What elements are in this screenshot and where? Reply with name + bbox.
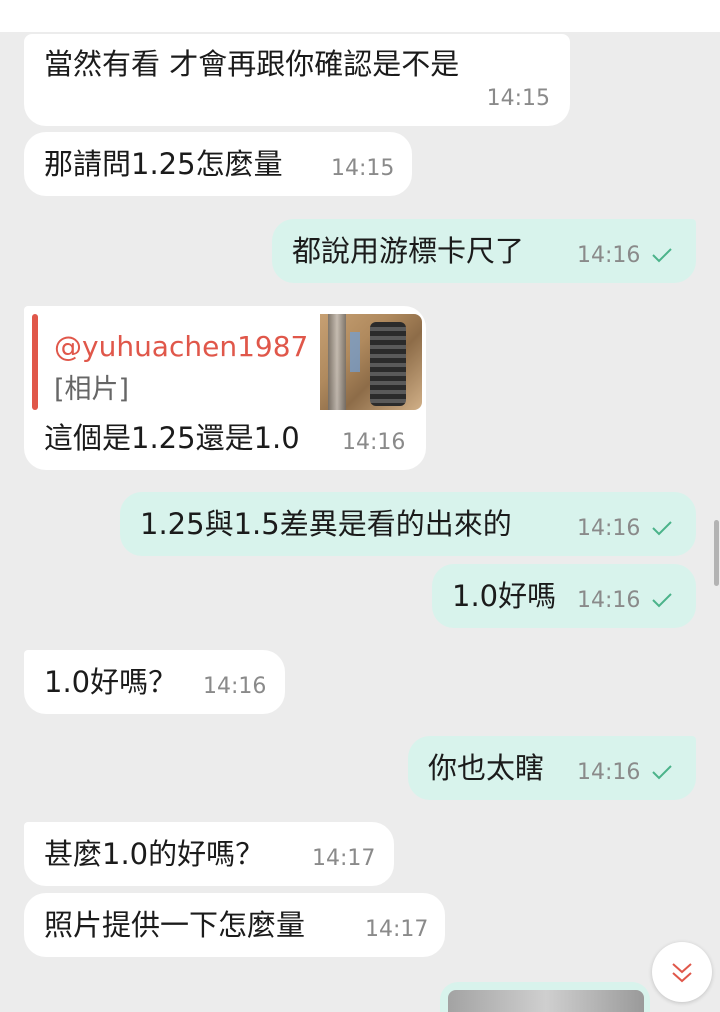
message-time: 14:16 [577,516,641,541]
message-time: 14:16 [342,430,406,455]
message-bubble-outgoing-partial[interactable] [440,982,650,1012]
message-time: 14:16 [577,243,641,268]
check-icon [650,516,674,540]
message-bubble-incoming[interactable]: 1.0好嗎？ 14:16 [24,650,285,714]
check-icon [650,243,674,267]
reply-type-label: [相片] [54,374,130,405]
message-bubble-incoming[interactable]: 甚麼1.0的好嗎？ 14:17 [24,822,394,886]
message-time: 14:16 [577,588,641,613]
message-text: 都說用游標卡尺了 [292,234,525,268]
top-bar [0,0,720,32]
reply-accent-bar [32,314,38,410]
message-time: 14:16 [203,674,267,699]
check-icon [650,588,674,612]
message-photo[interactable] [448,990,644,1012]
message-text: 你也太瞎 [428,751,545,785]
message-bubble-outgoing[interactable]: 1.25與1.5差異是看的出來的 14:16 [120,492,696,556]
message-bubble-outgoing[interactable]: 都說用游標卡尺了 14:16 [272,219,696,283]
message-time: 14:17 [312,846,376,871]
message-text: 照片提供一下怎麼量 [44,908,306,942]
message-bubble-outgoing[interactable]: 1.0好嗎 14:16 [432,564,696,628]
double-chevron-down-icon [672,963,692,983]
message-text: 這個是1.25還是1.0 [44,421,300,455]
message-text: 當然有看 才會再跟你確認是不是 [44,47,460,81]
message-text: 甚麼1.0的好嗎？ [44,837,265,871]
message-time: 14:17 [365,917,429,942]
message-bubble-incoming[interactable]: 照片提供一下怎麼量 14:17 [24,893,445,957]
message-text: 1.0好嗎 [452,579,557,613]
message-bubble-incoming-reply[interactable]: @yuhuachen1987 [相片] 這個是1.25還是1.0 14:16 [24,306,426,470]
scrollbar-thumb[interactable] [714,520,719,586]
message-time: 14:15 [331,156,395,181]
message-bubble-outgoing[interactable]: 你也太瞎 14:16 [408,736,696,800]
check-icon [650,760,674,784]
message-text: 1.0好嗎？ [44,665,178,699]
message-text: 那請問1.25怎麼量 [44,147,283,181]
reply-photo-thumbnail[interactable] [320,314,422,410]
message-text: 1.25與1.5差異是看的出來的 [140,507,512,541]
message-bubble-incoming[interactable]: 當然有看 才會再跟你確認是不是 14:15 [24,34,570,126]
message-time: 14:15 [486,86,550,111]
reply-username: @yuhuachen1987 [54,330,309,363]
scroll-to-bottom-button[interactable] [652,942,712,1002]
message-bubble-incoming[interactable]: 那請問1.25怎麼量 14:15 [24,132,412,196]
reply-quote[interactable]: @yuhuachen1987 [相片] [32,314,422,410]
message-time: 14:16 [577,760,641,785]
